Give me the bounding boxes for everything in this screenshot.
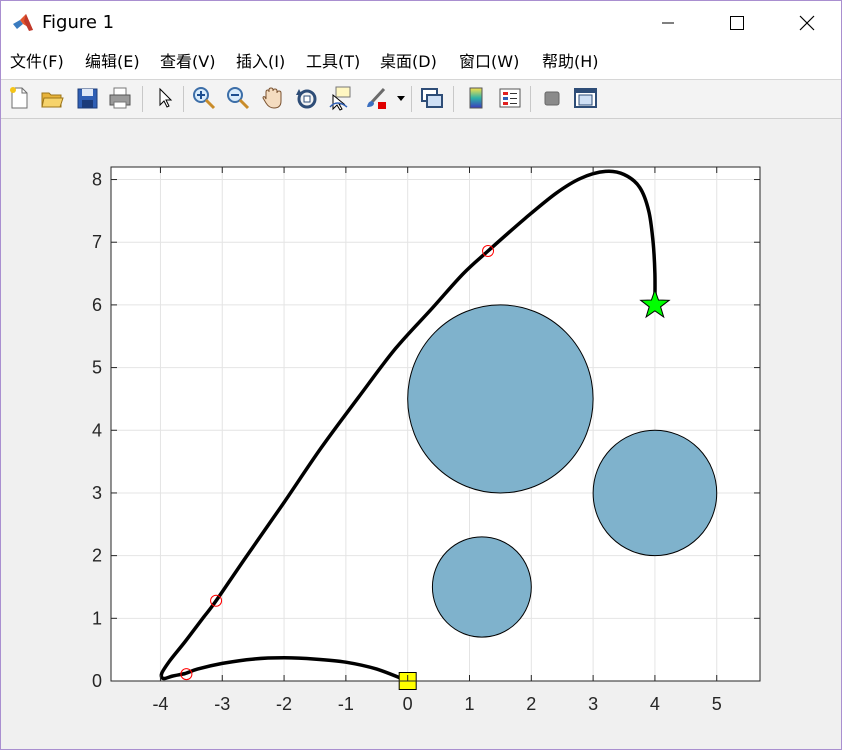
open-file-icon[interactable] — [39, 85, 65, 111]
obstacle-circle — [592, 429, 718, 557]
link-plot-icon[interactable] — [419, 85, 445, 111]
x-tick-label: 1 — [464, 694, 474, 714]
y-tick-label: 1 — [92, 608, 102, 628]
menu-window[interactable]: 窗口(W) — [459, 53, 519, 71]
toolbar-separator — [183, 86, 184, 112]
zoom-in-icon[interactable] — [191, 85, 217, 111]
x-tick-label: -4 — [152, 694, 168, 714]
insert-legend-icon[interactable] — [497, 85, 523, 111]
brush-icon[interactable] — [363, 85, 389, 111]
y-tick-label: 0 — [92, 671, 102, 691]
close-icon — [799, 15, 815, 31]
menu-insert[interactable]: 插入(I) — [236, 53, 285, 71]
menu-file[interactable]: 文件(F) — [10, 53, 64, 71]
y-tick-label: 5 — [92, 358, 102, 378]
y-tick-label: 2 — [92, 546, 102, 566]
pan-hand-icon[interactable] — [259, 85, 285, 111]
obstacle-circle — [431, 536, 532, 638]
x-tick-label: 4 — [650, 694, 660, 714]
window-title: Figure 1 — [42, 12, 115, 33]
menu-view[interactable]: 查看(V) — [160, 53, 215, 71]
y-tick-label: 3 — [92, 483, 102, 503]
menu-tools[interactable]: 工具(T) — [306, 53, 360, 71]
matlab-logo-icon — [13, 14, 33, 31]
maximize-button[interactable] — [701, 1, 771, 45]
insert-colorbar-icon[interactable] — [463, 85, 489, 111]
figure-window: Figure 1 文件(F) 编辑(E) 查看(V) 插入(I) 工具(T) 桌… — [0, 0, 842, 750]
zoom-out-icon[interactable] — [225, 85, 251, 111]
toolbar-separator — [142, 86, 143, 112]
edit-plot-arrow-icon[interactable] — [152, 85, 178, 111]
toolbar-separator — [411, 86, 412, 112]
data-cursor-icon[interactable] — [327, 85, 353, 111]
menu-help[interactable]: 帮助(H) — [542, 53, 599, 71]
x-tick-label: -3 — [214, 694, 230, 714]
menu-bar: 文件(F) 编辑(E) 查看(V) 插入(I) 工具(T) 桌面(D) 窗口(W… — [1, 45, 841, 110]
rotate-3d-icon[interactable] — [293, 85, 319, 111]
x-tick-label: -1 — [338, 694, 354, 714]
x-tick-label: 0 — [403, 694, 413, 714]
title-bar[interactable]: Figure 1 — [1, 1, 841, 45]
menu-edit[interactable]: 编辑(E) — [85, 53, 140, 71]
hide-plot-tools-icon[interactable] — [539, 85, 565, 111]
y-tick-label: 7 — [92, 232, 102, 252]
menu-desktop[interactable]: 桌面(D) — [380, 53, 437, 71]
show-plot-tools-icon[interactable] — [572, 85, 598, 111]
plot-axes[interactable]: -4 -3 -2 -1 0 1 2 3 4 5 0 1 2 3 4 5 6 7 8 — [1, 119, 841, 749]
x-tick-label: 2 — [526, 694, 536, 714]
y-tick-label: 8 — [92, 170, 102, 190]
new-figure-icon[interactable] — [6, 85, 32, 111]
print-icon[interactable] — [107, 85, 133, 111]
x-tick-label: -2 — [276, 694, 292, 714]
obstacle-circle — [407, 304, 594, 494]
maximize-icon — [730, 16, 744, 30]
minimize-icon — [662, 22, 674, 24]
y-tick-label: 4 — [92, 420, 102, 440]
toolbar-separator — [453, 86, 454, 112]
x-tick-label: 3 — [588, 694, 598, 714]
save-icon[interactable] — [74, 85, 100, 111]
minimize-button[interactable] — [633, 1, 703, 45]
y-tick-label: 6 — [92, 295, 102, 315]
brush-dropdown-icon[interactable] — [397, 96, 405, 102]
close-button[interactable] — [771, 1, 841, 45]
x-tick-label: 5 — [712, 694, 722, 714]
figure-toolbar — [1, 79, 841, 119]
toolbar-separator — [530, 86, 531, 112]
figure-canvas: -4 -3 -2 -1 0 1 2 3 4 5 0 1 2 3 4 5 6 7 8 — [1, 119, 841, 749]
